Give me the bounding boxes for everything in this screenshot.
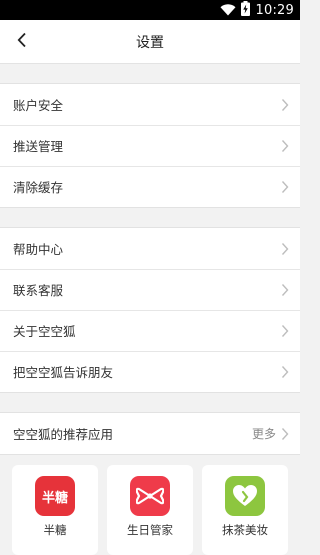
recommend-label: 空空狐的推荐应用 <box>13 427 114 442</box>
heart-icon <box>225 476 265 516</box>
page-title: 设置 <box>136 34 164 51</box>
chevron-right-icon <box>280 242 290 256</box>
app-icon-bantang: 半糖 <box>35 476 75 516</box>
app-card-bantang[interactable]: 半糖 半糖 <box>12 465 98 555</box>
settings-item-push-management[interactable]: 推送管理 <box>0 125 300 166</box>
settings-item-account-security[interactable]: 账户安全 <box>0 84 300 125</box>
chevron-right-icon <box>280 324 290 338</box>
status-bar: 10:29 <box>0 0 300 20</box>
settings-item-label: 联系客服 <box>13 283 64 298</box>
recommended-apps: 半糖 半糖 生日管家 抹茶美妆 <box>0 455 300 555</box>
settings-item-about[interactable]: 关于空空狐 <box>0 310 300 351</box>
chevron-right-icon <box>280 365 290 379</box>
settings-item-help-center[interactable]: 帮助中心 <box>0 228 300 269</box>
recommend-group: 空空狐的推荐应用 更多 <box>0 412 300 455</box>
recommend-apps-row[interactable]: 空空狐的推荐应用 更多 <box>0 413 300 454</box>
bow-icon <box>130 476 170 516</box>
settings-item-label: 帮助中心 <box>13 242 64 257</box>
settings-item-contact-support[interactable]: 联系客服 <box>0 269 300 310</box>
app-icon-text: 半糖 <box>41 490 68 506</box>
settings-item-label: 账户安全 <box>13 98 64 113</box>
header: 设置 <box>0 20 300 64</box>
chevron-right-icon <box>280 98 290 112</box>
chevron-right-icon <box>280 427 290 441</box>
status-icons <box>220 0 250 20</box>
settings-item-label: 清除缓存 <box>13 180 64 195</box>
chevron-left-icon <box>17 32 27 52</box>
more-link[interactable]: 更多 <box>252 425 276 442</box>
battery-charging-icon <box>240 0 250 20</box>
settings-group-account: 账户安全 推送管理 清除缓存 <box>0 83 300 208</box>
settings-group-help: 帮助中心 联系客服 关于空空狐 把空空狐告诉朋友 <box>0 227 300 393</box>
app-card-matcha-beauty[interactable]: 抹茶美妆 <box>202 465 288 555</box>
settings-item-share-with-friends[interactable]: 把空空狐告诉朋友 <box>0 351 300 392</box>
chevron-right-icon <box>280 180 290 194</box>
app-name: 抹茶美妆 <box>222 523 268 537</box>
settings-item-label: 把空空狐告诉朋友 <box>13 365 114 380</box>
back-button[interactable] <box>6 26 38 58</box>
settings-item-label: 关于空空狐 <box>13 324 76 339</box>
app-name: 半糖 <box>43 523 67 537</box>
app-card-birthday-manager[interactable]: 生日管家 <box>107 465 193 555</box>
app-name: 生日管家 <box>127 523 173 537</box>
chevron-right-icon <box>280 139 290 153</box>
wifi-icon <box>220 1 236 20</box>
chevron-right-icon <box>280 283 290 297</box>
settings-item-clear-cache[interactable]: 清除缓存 <box>0 166 300 207</box>
settings-item-label: 推送管理 <box>13 139 64 154</box>
status-time: 10:29 <box>255 2 294 18</box>
